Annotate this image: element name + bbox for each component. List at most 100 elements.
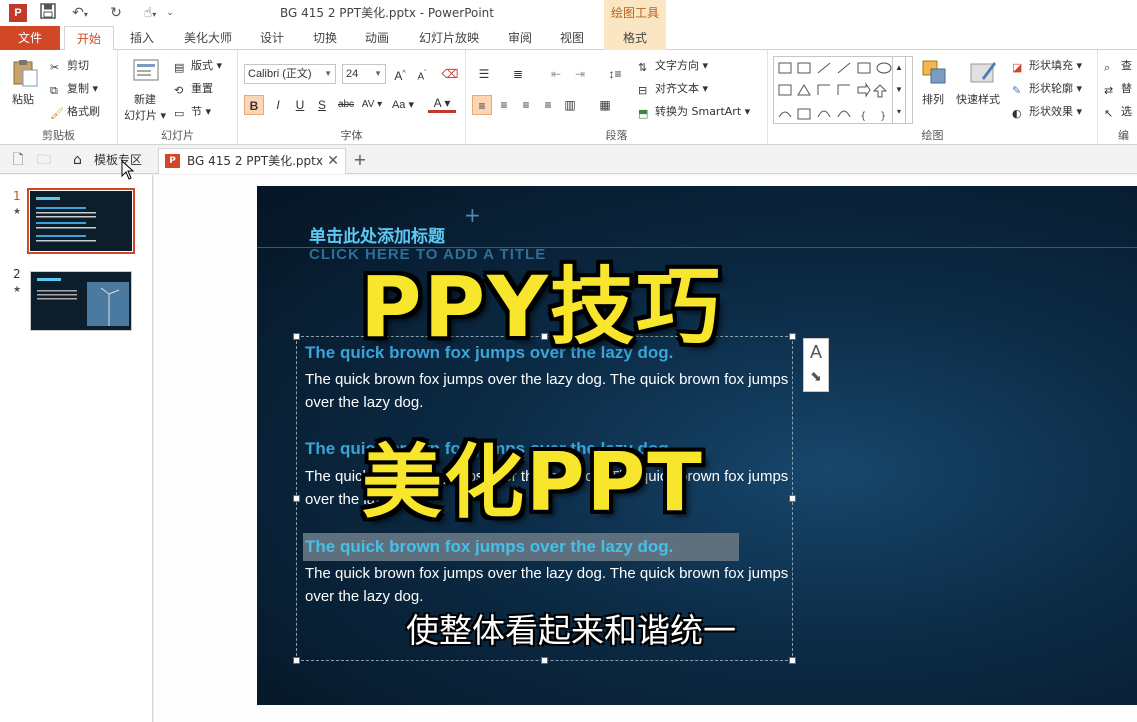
slide-thumbnail-pane: 1 ★ 2 ★ bbox=[0, 175, 153, 722]
new-slide-button[interactable]: 幻灯片 ▾ bbox=[124, 108, 166, 124]
shape-outline-button[interactable]: ✎ 形状轮廓 ▾ bbox=[1012, 81, 1082, 97]
clear-formatting-icon[interactable]: ⌫ bbox=[440, 64, 460, 84]
shrink-font-button[interactable]: Aˇ bbox=[412, 64, 432, 84]
paragraph-heading-3[interactable]: The quick brown fox jumps over the lazy … bbox=[305, 537, 673, 557]
paste-button[interactable]: 粘贴 bbox=[12, 92, 34, 108]
ribbon: 粘贴 ✂ 剪切 ⧉ 复制 ▾ 🖌 格式刷 剪贴板 新建 幻灯片 ▾ ▤ 版式 ▾ ⟲ 重置… bbox=[0, 50, 1137, 145]
text-style-icon[interactable]: A bbox=[804, 339, 828, 365]
cursor-icon: ↖ bbox=[1104, 107, 1114, 120]
drawing-group: {} ▲ ▼ ▾ 排列 快速样式 ◪ 形状填充 ▾ ✎ 形状轮廓 ▾ ◐ 形状效果 ▾ 绘… bbox=[768, 50, 1098, 145]
tab-beautify-master[interactable]: 美化大师 bbox=[176, 26, 240, 50]
tab-slideshow[interactable]: 幻灯片放映 bbox=[412, 26, 486, 50]
numbering-icon[interactable]: ≣ bbox=[506, 64, 530, 84]
find-button[interactable]: ⌕ 查 bbox=[1104, 58, 1132, 74]
section-button[interactable]: ▭ 节 ▾ bbox=[174, 104, 211, 120]
format-painter-button[interactable]: 🖌 格式刷 bbox=[50, 104, 100, 120]
open-folder-icon[interactable]: 🗀 bbox=[34, 150, 54, 170]
copy-button[interactable]: ⧉ 复制 ▾ bbox=[50, 81, 98, 97]
arrange-icon[interactable] bbox=[920, 58, 950, 88]
template-area-tab[interactable]: ⌂ 模板专区 bbox=[68, 148, 154, 174]
resize-handle[interactable] bbox=[293, 333, 300, 340]
italic-button[interactable]: I bbox=[268, 95, 288, 115]
quick-styles-icon[interactable] bbox=[968, 58, 998, 88]
font-color-button[interactable]: A ▾ bbox=[428, 95, 456, 113]
character-spacing-button[interactable]: AV ▾ bbox=[358, 95, 386, 115]
tab-format[interactable]: 格式 bbox=[604, 26, 666, 50]
resize-handle[interactable] bbox=[789, 495, 796, 502]
document-tab[interactable]: P BG 415 2 PPT美化.pptx ✕ bbox=[158, 148, 346, 174]
new-document-icon[interactable]: 🗋 bbox=[8, 150, 28, 170]
clipboard-group: 粘贴 ✂ 剪切 ⧉ 复制 ▾ 🖌 格式刷 剪贴板 bbox=[0, 50, 118, 145]
slide-thumbnail-1[interactable] bbox=[27, 188, 135, 254]
bold-button[interactable]: B bbox=[244, 95, 264, 115]
tab-transitions[interactable]: 切换 bbox=[305, 26, 345, 50]
columns-icon[interactable]: ▦ bbox=[592, 95, 618, 115]
paste-icon[interactable] bbox=[10, 58, 40, 88]
arrange-button[interactable]: 排列 bbox=[922, 92, 944, 108]
new-slide-label-1[interactable]: 新建 bbox=[134, 92, 156, 108]
add-tab-icon[interactable]: + bbox=[350, 150, 370, 170]
redo-icon[interactable]: ↻ bbox=[106, 3, 126, 23]
tab-review[interactable]: 审阅 bbox=[500, 26, 540, 50]
resize-handle[interactable] bbox=[541, 657, 548, 664]
undo-icon[interactable]: ↶▾ bbox=[66, 3, 94, 23]
align-left-icon[interactable]: ≡ bbox=[472, 95, 492, 115]
close-tab-icon[interactable]: ✕ bbox=[327, 149, 339, 173]
align-right-icon[interactable]: ≡ bbox=[516, 95, 536, 115]
customize-toolbar-icon[interactable]: ⌄ bbox=[162, 3, 178, 23]
convert-smartart-button[interactable]: ⬒ 转换为 SmartArt ▾ bbox=[638, 104, 750, 120]
strikethrough-button[interactable]: abc bbox=[334, 95, 358, 115]
decrease-indent-icon[interactable]: ⇤ bbox=[546, 64, 566, 84]
copy-icon: ⧉ bbox=[50, 84, 58, 97]
shape-effects-button[interactable]: ◐ 形状效果 ▾ bbox=[1012, 104, 1082, 120]
layout-options-icon[interactable]: ⬊ bbox=[804, 365, 828, 389]
layout-button[interactable]: ▤ 版式 ▾ bbox=[174, 58, 222, 74]
underline-button[interactable]: U bbox=[290, 95, 310, 115]
tab-animations[interactable]: 动画 bbox=[357, 26, 397, 50]
resize-handle[interactable] bbox=[293, 495, 300, 502]
bullets-icon[interactable]: ☰ bbox=[472, 64, 496, 84]
animation-star-icon: ★ bbox=[13, 207, 22, 217]
increase-indent-icon[interactable]: ⇥ bbox=[570, 64, 590, 84]
slide-number-2: 2 bbox=[13, 267, 21, 281]
reset-button[interactable]: ⟲ 重置 bbox=[174, 81, 213, 97]
replace-button[interactable]: ⇄ 替 bbox=[1104, 81, 1132, 97]
distributed-icon[interactable]: ▥ bbox=[560, 95, 580, 115]
shape-fill-button[interactable]: ◪ 形状填充 ▾ bbox=[1012, 58, 1082, 74]
resize-handle[interactable] bbox=[293, 657, 300, 664]
tab-home[interactable]: 开始 bbox=[64, 26, 114, 51]
slide-thumbnail-2[interactable] bbox=[30, 271, 132, 331]
gallery-scroll-icon[interactable]: ▲ ▼ ▾ bbox=[892, 56, 906, 124]
drawing-tools-label: 绘图工具 bbox=[604, 0, 666, 26]
change-case-button[interactable]: Aa ▾ bbox=[388, 95, 418, 115]
font-size-combo[interactable]: 24 ▼ bbox=[342, 64, 386, 84]
text-shadow-button[interactable]: S bbox=[312, 95, 332, 115]
resize-handle[interactable] bbox=[789, 333, 796, 340]
new-slide-icon[interactable] bbox=[131, 56, 161, 86]
paragraph-group-label: 段落 bbox=[605, 129, 628, 142]
powerpoint-app-icon[interactable]: P bbox=[9, 4, 27, 22]
align-text-button[interactable]: ⊟ 对齐文本 ▾ bbox=[638, 81, 708, 97]
line-spacing-icon[interactable]: ↕≡ bbox=[602, 64, 628, 84]
resize-handle[interactable] bbox=[789, 657, 796, 664]
touch-mode-icon[interactable]: ☝▾ bbox=[136, 3, 164, 23]
quick-styles-button[interactable]: 快速样式 bbox=[956, 92, 1000, 108]
select-button[interactable]: ↖ 选 bbox=[1104, 104, 1132, 120]
text-direction-button[interactable]: ⇅ 文字方向 ▾ bbox=[638, 58, 708, 74]
tab-view[interactable]: 视图 bbox=[552, 26, 592, 50]
tab-design[interactable]: 设计 bbox=[252, 26, 292, 50]
paragraph-body-1[interactable]: The quick brown fox jumps over the lazy … bbox=[305, 368, 790, 414]
scissors-icon: ✂ bbox=[50, 61, 60, 74]
paragraph-body-3[interactable]: The quick brown fox jumps over the lazy … bbox=[305, 562, 790, 608]
tab-file[interactable]: 文件 bbox=[0, 26, 60, 50]
grow-font-button[interactable]: A^ bbox=[390, 64, 410, 84]
save-icon[interactable] bbox=[38, 3, 58, 23]
slides-group-label: 幻灯片 bbox=[161, 129, 194, 142]
justify-icon[interactable]: ≡ bbox=[538, 95, 558, 115]
font-name-combo[interactable]: Calibri (正文) ▼ bbox=[244, 64, 336, 84]
tab-insert[interactable]: 插入 bbox=[122, 26, 162, 50]
mouse-cursor-icon bbox=[121, 160, 135, 180]
cut-button[interactable]: ✂ 剪切 bbox=[50, 58, 89, 74]
quick-format-float[interactable]: A ⬊ bbox=[803, 338, 829, 392]
align-center-icon[interactable]: ≡ bbox=[494, 95, 514, 115]
